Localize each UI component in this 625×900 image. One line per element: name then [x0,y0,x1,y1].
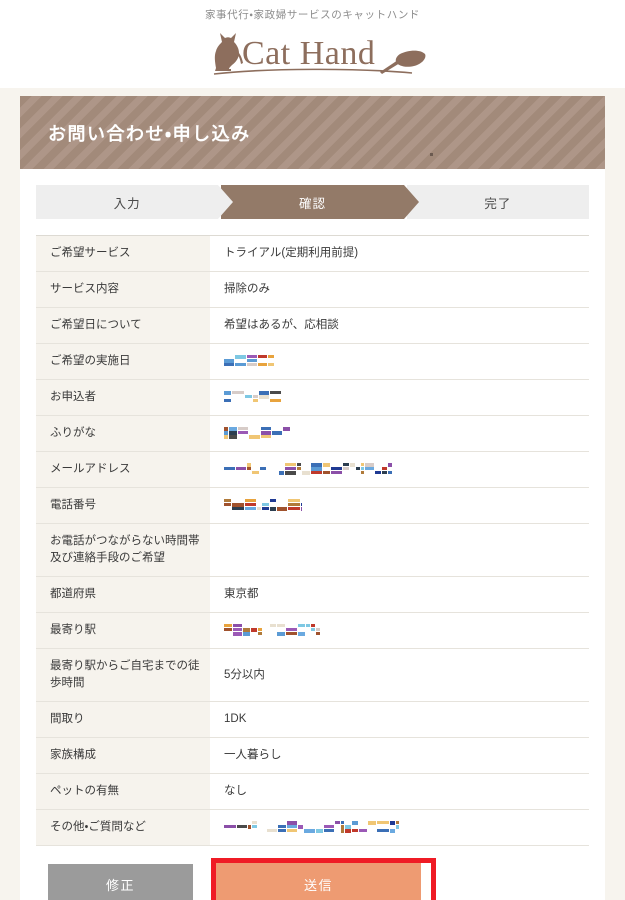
row-value: 掃除のみ [210,271,589,308]
redacted-value [224,820,399,834]
row-value [210,379,589,416]
row-value [210,487,589,524]
row-label: 最寄り駅 [36,612,210,649]
redacted-value [224,354,276,367]
row-value [210,612,589,649]
table-row: 間取り 1DK [36,701,589,738]
page-body: お問い合わせ・申し込み 入力 確認 完了 ご希望サービス トライアル(定期利用前提… [0,88,625,900]
banner-speck [430,153,433,156]
table-row: 最寄り駅 [36,612,589,649]
redacted-value [224,390,281,403]
site-header: 家事代行・家政婦サービスのキャットハンド Cat Hand [0,0,625,88]
step-confirm[interactable]: 確認 [221,185,420,219]
step-complete-label: 完了 [484,196,512,211]
row-label: その他・ご質問など [36,809,210,846]
row-value [210,343,589,380]
table-row: 電話番号 [36,487,589,524]
submit-highlight-box: 送信 [211,858,436,900]
row-label: お電話がつながらない時間帯及び連絡手段のご希望 [36,523,210,577]
table-body: ご希望サービス トライアル(定期利用前提) サービス内容 掃除のみ ご希望日について 希望… [36,235,589,846]
row-value [210,451,589,488]
step-complete[interactable]: 完了 [406,185,589,219]
redacted-value [224,623,320,637]
table-row: サービス内容 掃除のみ [36,271,589,308]
row-value: トライアル(定期利用前提) [210,235,589,272]
submit-button[interactable]: 送信 [216,863,421,900]
confirmation-table: ご希望サービス トライアル(定期利用前提) サービス内容 掃除のみ ご希望日について 希望… [36,235,589,846]
row-value [210,809,589,846]
edit-button[interactable]: 修正 [48,864,193,900]
step-input[interactable]: 入力 [36,185,234,219]
table-row: ふりがな [36,415,589,452]
table-row: 都道府県 東京都 [36,576,589,613]
table-row: ご希望サービス トライアル(定期利用前提) [36,235,589,272]
form-card: お問い合わせ・申し込み 入力 確認 完了 ご希望サービス トライアル(定期利用前提… [20,96,605,900]
redacted-value [224,498,302,512]
step-input-label: 入力 [113,196,141,211]
row-label: ご希望サービス [36,235,210,272]
row-value: 東京都 [210,576,589,613]
row-label: ふりがな [36,415,210,452]
logo-svg: Cat Hand [213,33,425,75]
row-label: サービス内容 [36,271,210,308]
redacted-value [224,426,290,440]
logo-wordmark: Cat Hand [242,35,375,72]
row-label: お申込者 [36,379,210,416]
row-label: メールアドレス [36,451,210,488]
table-row: メールアドレス [36,451,589,488]
row-label: ペットの有無 [36,773,210,810]
row-value: 一人暮らし [210,737,589,774]
table-row: 家族構成 一人暮らし [36,737,589,774]
row-label: 都道府県 [36,576,210,613]
row-label: 最寄り駅からご自宅までの徒歩時間 [36,648,210,702]
table-row: ペットの有無 なし [36,773,589,810]
site-logo[interactable]: Cat Hand [198,24,428,82]
row-value [210,523,589,577]
row-label: 家族構成 [36,737,210,774]
row-value: 1DK [210,701,589,738]
redacted-value [224,462,392,476]
page-banner: お問い合わせ・申し込み [20,96,605,169]
page-title: お問い合わせ・申し込み [48,123,251,144]
row-label: ご希望の実施日 [36,343,210,380]
table-row: 最寄り駅からご自宅までの徒歩時間 5分以内 [36,648,589,702]
row-label: ご希望日について [36,307,210,344]
table-row: お申込者 [36,379,589,416]
row-label: 間取り [36,701,210,738]
row-label: 電話番号 [36,487,210,524]
row-value: 5分以内 [210,648,589,702]
table-row: その他・ご質問など [36,809,589,846]
action-buttons: 修正 送信 [36,858,589,900]
table-row: ご希望の実施日 [36,343,589,380]
row-value: なし [210,773,589,810]
table-row: ご希望日について 希望はあるが、応相談 [36,307,589,344]
table-row: お電話がつながらない時間帯及び連絡手段のご希望 [36,523,589,577]
step-confirm-label: 確認 [298,196,326,211]
row-value: 希望はあるが、応相談 [210,307,589,344]
step-indicator: 入力 確認 完了 [20,169,605,219]
cat-silhouette-icon [214,33,243,71]
row-value [210,415,589,452]
site-tagline: 家事代行・家政婦サービスのキャットハンド [204,9,421,21]
